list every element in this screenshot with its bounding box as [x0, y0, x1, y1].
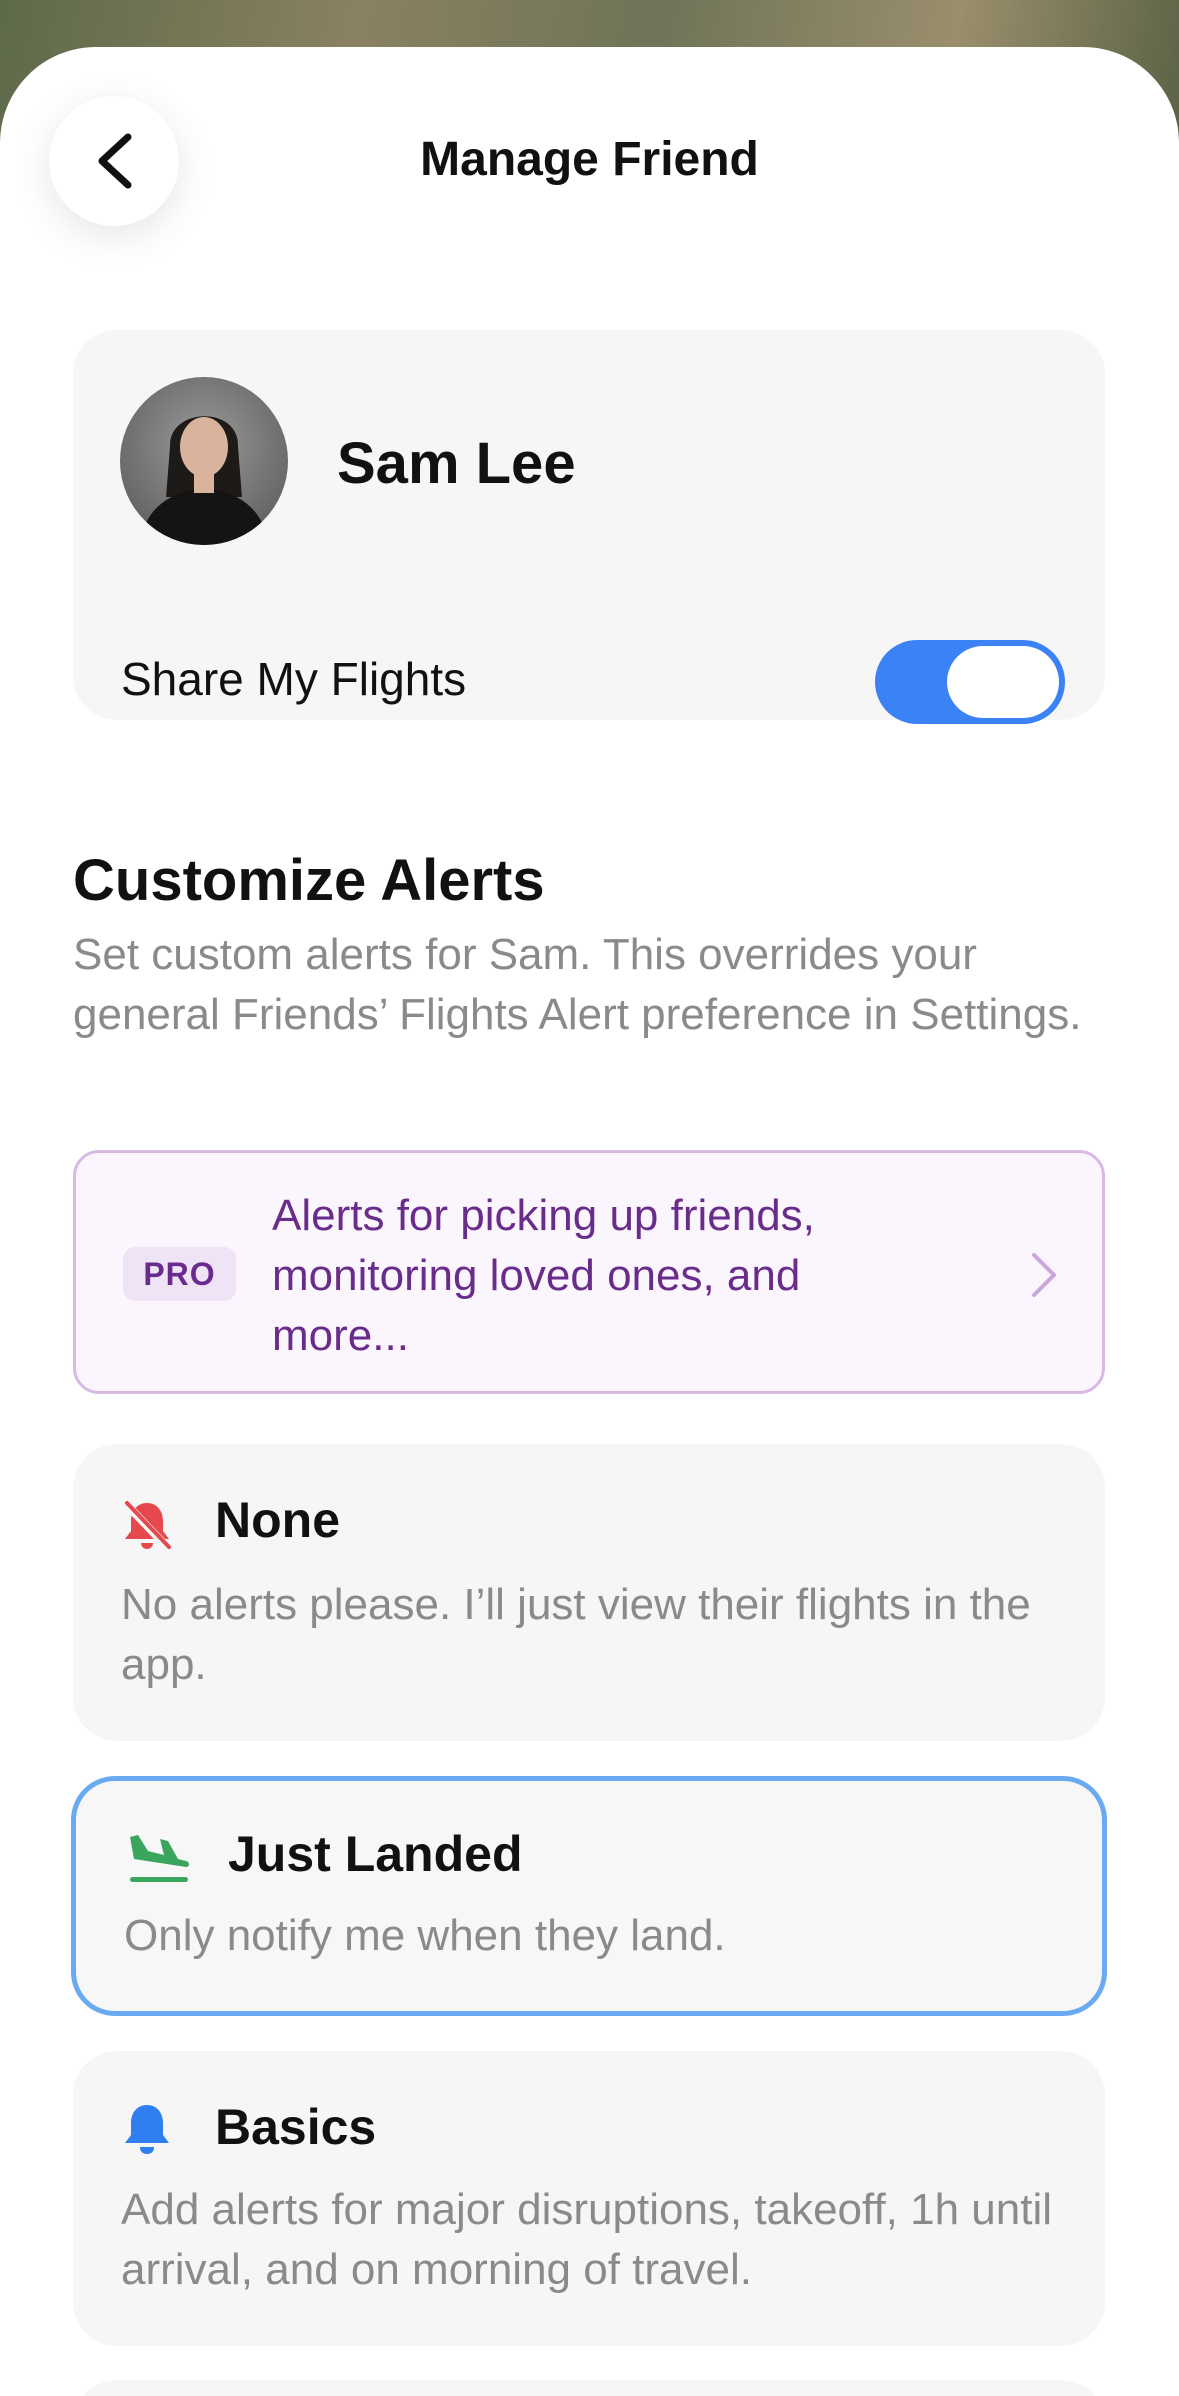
manage-friend-sheet: Manage Friend Sam Lee Share My Flights C…: [0, 47, 1179, 2396]
pro-badge: PRO: [123, 1247, 236, 1301]
alert-option-just-landed-title: Just Landed: [228, 1826, 523, 1882]
bell-icon: [125, 2105, 169, 2154]
customize-alerts-title: Customize Alerts: [73, 848, 545, 913]
alert-option-next[interactable]: [73, 2380, 1105, 2396]
friend-name: Sam Lee: [337, 431, 576, 496]
alert-option-basics-title: Basics: [215, 2099, 377, 2155]
bell-slash-icon: [122, 1500, 172, 1552]
alert-option-none-description: No alerts please. I’ll just view their f…: [121, 1580, 1031, 1689]
customize-alerts-description: Set custom alerts for Sam. This override…: [73, 930, 1082, 1039]
pro-upsell-text: Alerts for picking up friends, monitorin…: [272, 1191, 815, 1360]
alert-option-just-landed-description: Only notify me when they land.: [124, 1911, 726, 1960]
alert-option-basics-description: Add alerts for major disruptions, takeof…: [121, 2185, 1053, 2294]
pro-upsell-card[interactable]: PRO Alerts for picking up friends, monit…: [73, 1150, 1105, 1394]
plane-landing-icon: [130, 1835, 189, 1882]
page-title: Manage Friend: [420, 133, 759, 186]
share-flights-label: Share My Flights: [121, 653, 467, 705]
alert-option-just-landed[interactable]: Just Landed Only notify me when they lan…: [71, 1776, 1107, 2016]
alert-option-none[interactable]: None No alerts please. I’ll just view th…: [73, 1444, 1105, 1741]
toggle-knob: [947, 646, 1059, 718]
share-flights-toggle[interactable]: [875, 640, 1065, 724]
alert-option-basics[interactable]: Basics Add alerts for major disruptions,…: [73, 2051, 1105, 2346]
avatar: [120, 377, 288, 545]
alert-option-none-title: None: [215, 1492, 340, 1548]
chevron-right-icon: [1032, 1253, 1056, 1297]
